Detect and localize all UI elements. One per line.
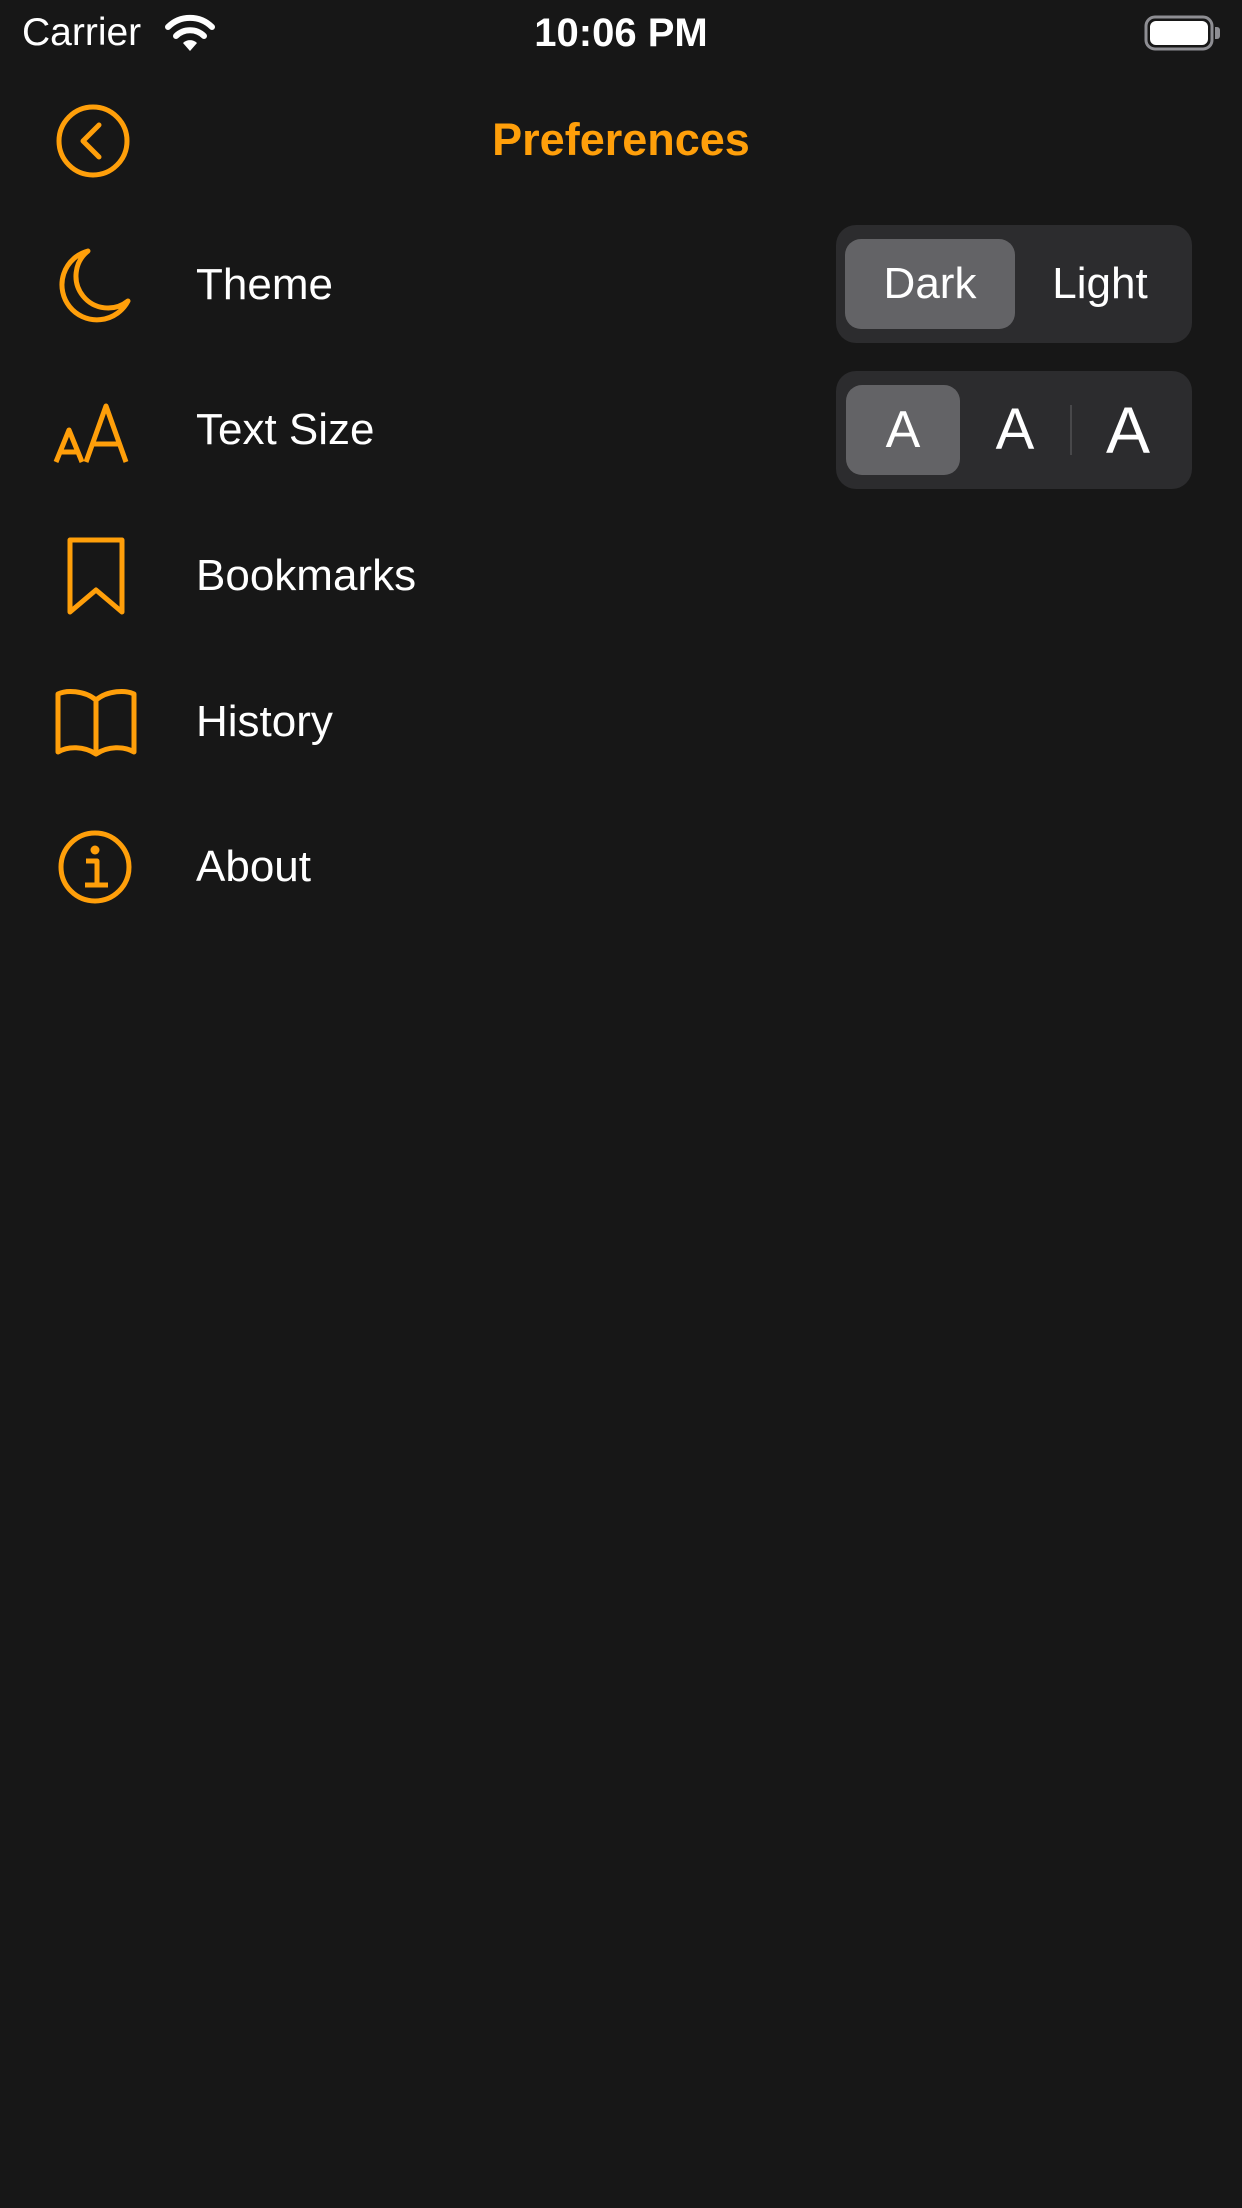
info-icon <box>58 830 132 904</box>
settings-row-label: History <box>196 697 333 746</box>
theme-option-dark[interactable]: Dark <box>845 239 1015 329</box>
page-title: Preferences <box>492 114 750 165</box>
settings-row-label: Text Size <box>196 405 375 454</box>
settings-row-history[interactable]: History <box>0 662 1242 782</box>
settings-row-bookmarks[interactable]: Bookmarks <box>0 516 1242 636</box>
bookmark-icon <box>67 537 125 615</box>
preferences-screen: Carrier 10:06 PM Preferences Theme Text … <box>0 0 1242 2208</box>
moon-icon <box>59 248 131 323</box>
text-size-segmented-control: A A A <box>836 371 1192 489</box>
text-size-option-small[interactable]: A <box>846 385 960 475</box>
book-icon <box>55 689 137 757</box>
text-size-option-medium[interactable]: A <box>960 385 1070 475</box>
theme-option-light[interactable]: Light <box>1015 239 1185 329</box>
text-size-option-large[interactable]: A <box>1072 385 1184 475</box>
status-bar: Carrier 10:06 PM <box>0 0 1242 66</box>
settings-row-about[interactable]: About <box>0 807 1242 927</box>
settings-row-label: Bookmarks <box>196 551 417 600</box>
battery-icon <box>1144 15 1220 51</box>
settings-row-label: Theme <box>196 260 333 309</box>
theme-segmented-control: Dark Light <box>836 225 1192 343</box>
settings-row-label: About <box>196 842 311 891</box>
status-time: 10:06 PM <box>534 11 708 55</box>
text-size-icon <box>53 403 129 463</box>
